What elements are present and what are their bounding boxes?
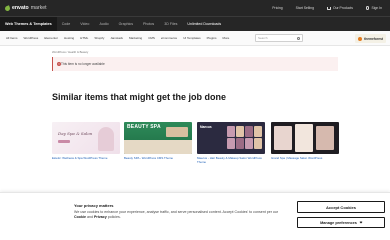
item-title-link[interactable]: Estetic: Wellness & Spa WordPress Theme xyxy=(52,156,120,161)
thumbnail-photo xyxy=(295,124,313,152)
thumbnail-photo xyxy=(166,127,188,137)
subcategory-wordpress[interactable]: WordPress xyxy=(21,36,42,40)
top-bar: envato market Pricing Start Selling Our … xyxy=(0,0,390,16)
thumbnail-text: Maecus xyxy=(200,125,212,129)
manage-preferences-button[interactable]: Manage preferences xyxy=(297,217,385,228)
category-nav: Web Themes & Templates Code Video Audio … xyxy=(0,16,390,31)
item-title-link[interactable]: Maecus - Hair Beauty & Makeup Salon Word… xyxy=(197,156,265,165)
chevron-down-icon xyxy=(359,220,363,224)
cookie-banner: Your privacy matters We use cookies to e… xyxy=(0,192,390,240)
thumbnail-photo xyxy=(98,127,114,151)
thumbnail-photo xyxy=(316,126,334,150)
item-thumbnail[interactable]: Day Spa & Salon xyxy=(52,122,120,154)
subcategory-html[interactable]: HTML xyxy=(77,36,91,40)
category-audio[interactable]: Audio xyxy=(94,17,113,31)
category-unlimited-downloads[interactable]: Unlimited Downloads xyxy=(182,17,226,31)
envato-leaf-icon xyxy=(4,4,11,12)
thumbnail-text: Day Spa & Salon xyxy=(58,131,93,136)
item-card[interactable]: Day Spa & Salon Estetic: Wellness & Spa … xyxy=(52,122,120,161)
envato-logo[interactable]: envato market xyxy=(4,4,47,12)
thumbnail-photo xyxy=(274,126,292,150)
subcategory-nav: All Items WordPress Elementor Hosting HT… xyxy=(0,31,390,46)
section-heading: Similar items that might get the job don… xyxy=(52,92,227,102)
top-nav: Pricing Start Selling Our Products Sign … xyxy=(272,0,382,16)
category-video[interactable]: Video xyxy=(75,17,94,31)
thumbnail-decoration xyxy=(58,140,70,143)
subcategory-marketing[interactable]: Marketing xyxy=(126,36,145,40)
pricing-link[interactable]: Pricing xyxy=(272,6,282,10)
subcategory-hosting[interactable]: Hosting xyxy=(61,36,77,40)
thumbnail-text: BEAUTY SPA xyxy=(127,124,161,130)
subcategory-cms[interactable]: CMS xyxy=(145,36,158,40)
category-photos[interactable]: Photos xyxy=(138,17,159,31)
cookie-text: We use cookies to enhance your experienc… xyxy=(74,210,279,220)
subcategory-ui-templates[interactable]: UI Templates xyxy=(180,36,203,40)
subcategory-shopify[interactable]: Shopify xyxy=(91,36,107,40)
subcategory-ecommerce[interactable]: eCommerce xyxy=(158,36,180,40)
item-thumbnail[interactable] xyxy=(271,122,339,154)
category-web-themes[interactable]: Web Themes & Templates xyxy=(0,17,57,31)
subcategory-elementor[interactable]: Elementor xyxy=(41,36,61,40)
item-unavailable-alert: ! This item is no longer available xyxy=(52,57,338,71)
user-icon xyxy=(365,6,370,10)
item-title-link[interactable]: Grand Spa | Massage Salon WordPress xyxy=(271,156,339,161)
search-input[interactable]: Search xyxy=(255,34,303,42)
item-thumbnail[interactable]: Maecus xyxy=(197,122,265,154)
privacy-policy-link[interactable]: Privacy xyxy=(94,215,107,219)
themeforest-label: themeforest xyxy=(364,36,383,41)
alert-icon: ! xyxy=(57,61,61,66)
item-card[interactable]: Maecus Maecus - Hair Beauty & Makeup Sal… xyxy=(197,122,265,165)
subcategory-jamstack[interactable]: Jamstack xyxy=(107,36,126,40)
item-title-link[interactable]: Beauty SPA - WordPress CMS Theme xyxy=(124,156,192,161)
sign-in-label: Sign In xyxy=(371,6,382,10)
item-card[interactable]: BEAUTY SPA Beauty SPA - WordPress CMS Th… xyxy=(124,122,192,161)
breadcrumb[interactable]: WordPress / Health & Beauty xyxy=(52,50,88,54)
start-selling-link[interactable]: Start Selling xyxy=(296,6,314,10)
cookie-text-body: We use cookies to enhance your experienc… xyxy=(74,210,279,214)
themeforest-badge[interactable]: themeforest xyxy=(355,34,386,43)
item-thumbnail[interactable]: BEAUTY SPA xyxy=(124,122,192,154)
logo-brand: envato xyxy=(12,5,29,11)
search-placeholder: Search xyxy=(258,36,268,40)
alert-text: This item is no longer available xyxy=(61,62,105,66)
cookie-policy-link[interactable]: Cookie xyxy=(74,215,86,219)
logo-suffix: market xyxy=(30,5,47,11)
themeforest-logo-icon xyxy=(358,36,363,41)
our-products-label: Our Products xyxy=(332,6,353,10)
category-3d-files[interactable]: 3D Files xyxy=(159,17,182,31)
search-icon[interactable] xyxy=(297,37,300,40)
subcategory-more[interactable]: More xyxy=(220,36,233,40)
cookie-text-end: policies. xyxy=(106,215,121,219)
cart-icon xyxy=(326,6,331,10)
cookie-text-and: and xyxy=(85,215,94,219)
cookie-title: Your privacy matters xyxy=(74,203,114,208)
thumbnail-decoration xyxy=(124,140,192,154)
our-products-link[interactable]: Our Products xyxy=(326,6,353,10)
sign-in-link[interactable]: Sign In xyxy=(365,6,382,10)
item-card[interactable]: Grand Spa | Massage Salon WordPress xyxy=(271,122,339,161)
accept-cookies-button[interactable]: Accept Cookies xyxy=(297,201,385,213)
subcategory-plugins[interactable]: Plugins xyxy=(204,36,220,40)
manage-preferences-label: Manage preferences xyxy=(320,220,357,225)
category-code[interactable]: Code xyxy=(57,17,76,31)
category-graphics[interactable]: Graphics xyxy=(114,17,138,31)
subcategory-all-items[interactable]: All Items xyxy=(3,36,21,40)
thumbnail-photo-grid xyxy=(227,126,262,149)
